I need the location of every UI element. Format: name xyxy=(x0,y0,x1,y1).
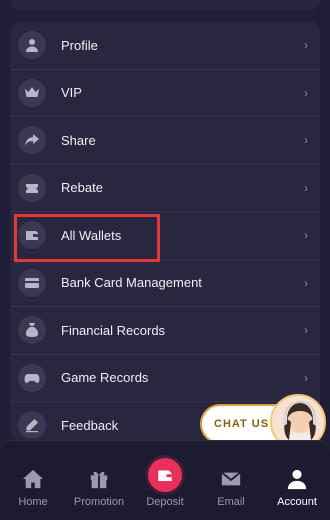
menu-item-bank-card-management[interactable]: Bank Card Management › xyxy=(10,260,320,307)
share-icon xyxy=(18,126,46,155)
chevron-right-icon: › xyxy=(304,228,308,243)
user-icon xyxy=(18,31,46,60)
menu-item-label: Financial Records xyxy=(61,322,166,338)
pencil-icon xyxy=(18,411,46,440)
menu-item-label: Game Records xyxy=(61,370,149,386)
chevron-right-icon: › xyxy=(304,370,308,385)
bottom-nav: Home Promotion Deposit Email Account xyxy=(0,440,330,520)
chevron-right-icon: › xyxy=(304,38,308,53)
crown-icon xyxy=(18,78,46,107)
card-icon xyxy=(18,268,46,297)
nav-item-email[interactable]: Email xyxy=(198,441,264,520)
home-icon xyxy=(22,469,44,489)
chevron-right-icon: › xyxy=(304,323,308,338)
menu-item-label: Share xyxy=(61,132,96,148)
menu-item-label: VIP xyxy=(61,85,82,101)
nav-item-home[interactable]: Home xyxy=(0,441,66,520)
account-menu: Profile › VIP › Share › Rebate › All Wal… xyxy=(10,22,320,440)
chat-us-label: CHAT US xyxy=(214,418,270,430)
nav-item-account[interactable]: Account xyxy=(264,441,330,520)
menu-item-share[interactable]: Share › xyxy=(10,117,320,165)
menu-item-label: Feedback xyxy=(61,417,119,433)
nav-label: Email xyxy=(217,496,245,508)
ticket-icon xyxy=(18,173,46,202)
menu-item-all-wallets[interactable]: All Wallets › xyxy=(10,212,320,260)
menu-item-label: Profile xyxy=(61,37,98,53)
menu-item-rebate[interactable]: Rebate › xyxy=(10,165,320,212)
chevron-right-icon: › xyxy=(304,85,308,100)
menu-item-game-records[interactable]: Game Records › xyxy=(10,355,320,402)
menu-item-label: All Wallets xyxy=(61,227,122,243)
nav-label: Deposit xyxy=(146,496,184,508)
deposit-button[interactable] xyxy=(148,458,182,492)
menu-item-financial-records[interactable]: Financial Records › xyxy=(10,307,320,355)
chevron-right-icon: › xyxy=(304,180,308,195)
menu-item-label: Rebate xyxy=(61,180,103,196)
user-icon xyxy=(287,469,307,490)
chevron-right-icon: › xyxy=(304,275,308,290)
nav-label: Promotion xyxy=(73,496,125,508)
gamepad-icon xyxy=(18,363,46,392)
menu-item-label: Bank Card Management xyxy=(61,275,202,291)
chevron-right-icon: › xyxy=(304,133,308,148)
gift-icon xyxy=(90,471,108,489)
nav-label: Home xyxy=(18,496,48,508)
nav-item-promotion[interactable]: Promotion xyxy=(66,441,132,520)
top-card xyxy=(10,0,320,10)
money-bag-icon xyxy=(18,316,46,345)
nav-label: Account xyxy=(277,496,317,508)
menu-item-profile[interactable]: Profile › xyxy=(10,22,320,70)
wallet-icon xyxy=(18,221,46,250)
wallet-icon xyxy=(158,470,172,481)
menu-item-vip[interactable]: VIP › xyxy=(10,70,320,117)
nav-item-deposit[interactable]: Deposit xyxy=(132,441,198,520)
mail-icon xyxy=(221,471,241,486)
